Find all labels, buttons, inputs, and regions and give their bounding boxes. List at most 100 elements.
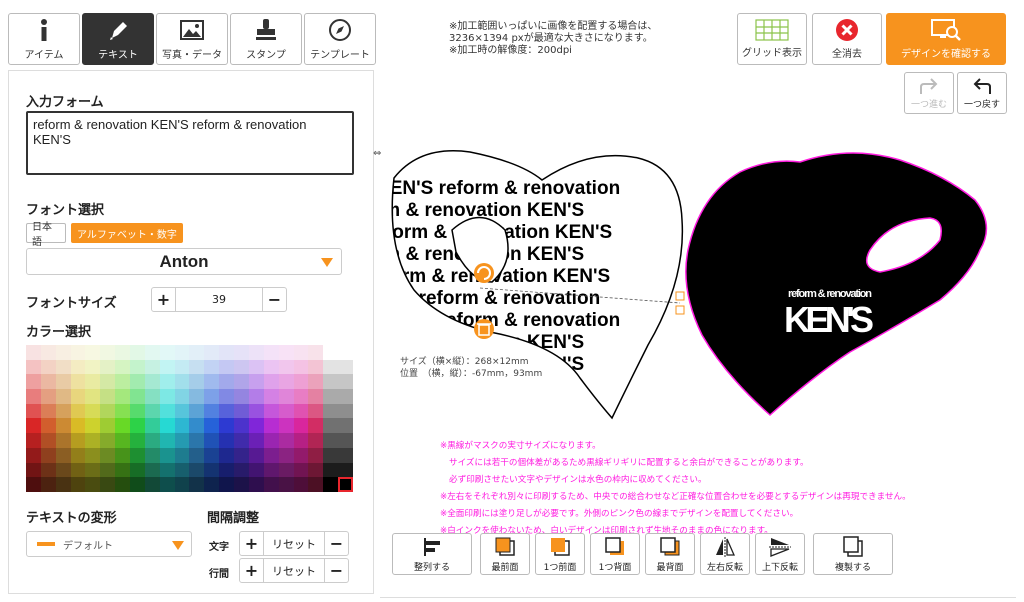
color-swatch[interactable] — [130, 477, 145, 492]
color-swatch[interactable] — [234, 359, 249, 375]
font-tab-alphanumeric[interactable]: アルファベット・数字 — [71, 223, 183, 243]
color-swatch[interactable] — [278, 418, 294, 434]
color-swatch[interactable] — [174, 389, 190, 404]
color-swatch[interactable] — [70, 374, 86, 390]
color-swatch[interactable] — [189, 389, 205, 404]
color-swatch[interactable] — [248, 359, 264, 375]
color-swatch[interactable] — [130, 418, 145, 434]
minus-icon[interactable]: − — [325, 559, 348, 582]
color-swatch[interactable] — [159, 389, 175, 404]
color-swatch[interactable] — [293, 447, 309, 463]
color-swatch[interactable] — [115, 433, 131, 448]
text-input[interactable]: reform & renovation KEN'S reform & renov… — [26, 111, 354, 175]
minus-icon[interactable]: − — [263, 288, 286, 311]
color-swatch[interactable] — [115, 359, 131, 375]
color-swatch[interactable] — [338, 433, 353, 448]
color-swatch[interactable] — [174, 418, 190, 434]
color-swatch[interactable] — [323, 374, 339, 390]
color-swatch[interactable] — [248, 389, 264, 404]
right-mask[interactable]: reform & renovation KEN'S — [685, 152, 988, 417]
color-swatch[interactable] — [85, 418, 101, 434]
color-swatch[interactable] — [293, 477, 309, 492]
color-swatch[interactable] — [70, 462, 86, 478]
color-swatch[interactable] — [144, 433, 160, 448]
color-swatch[interactable] — [70, 359, 86, 375]
color-swatch[interactable] — [204, 477, 220, 492]
color-swatch[interactable] — [26, 433, 41, 448]
color-swatch[interactable] — [144, 374, 160, 390]
color-swatch[interactable] — [100, 389, 116, 404]
color-swatch[interactable] — [263, 403, 279, 419]
color-swatch[interactable] — [234, 447, 249, 463]
color-palette[interactable] — [26, 345, 353, 492]
color-swatch[interactable] — [248, 462, 264, 478]
color-swatch[interactable] — [323, 433, 339, 448]
color-swatch[interactable] — [293, 418, 309, 434]
color-swatch[interactable] — [130, 389, 145, 404]
color-swatch[interactable] — [159, 477, 175, 492]
color-swatch[interactable] — [70, 389, 86, 404]
color-swatch[interactable] — [100, 477, 116, 492]
color-swatch[interactable] — [55, 462, 71, 478]
color-swatch[interactable] — [189, 447, 205, 463]
color-swatch[interactable] — [159, 462, 175, 478]
color-swatch[interactable] — [278, 403, 294, 419]
color-swatch[interactable] — [263, 418, 279, 434]
char-spacing-reset[interactable]: リセット — [263, 532, 325, 555]
color-swatch[interactable] — [248, 403, 264, 419]
color-swatch[interactable] — [308, 389, 324, 404]
color-swatch[interactable] — [55, 389, 71, 404]
color-swatch[interactable] — [26, 477, 41, 492]
color-swatch[interactable] — [248, 477, 264, 492]
color-swatch[interactable] — [130, 447, 145, 463]
color-swatch[interactable] — [130, 433, 145, 448]
color-swatch[interactable] — [204, 462, 220, 478]
color-swatch[interactable] — [55, 359, 71, 375]
color-swatch[interactable] — [323, 389, 339, 404]
color-swatch[interactable] — [263, 374, 279, 390]
color-swatch[interactable] — [338, 403, 353, 419]
text-transform-dropdown[interactable]: デフォルト — [26, 531, 192, 557]
color-swatch[interactable] — [234, 433, 249, 448]
color-swatch[interactable] — [234, 345, 249, 360]
color-swatch[interactable] — [40, 374, 56, 390]
color-swatch[interactable] — [85, 389, 101, 404]
color-swatch[interactable] — [100, 462, 116, 478]
color-swatch[interactable] — [159, 447, 175, 463]
color-swatch[interactable] — [115, 403, 131, 419]
color-swatch[interactable] — [115, 462, 131, 478]
color-swatch[interactable] — [323, 447, 339, 463]
plus-icon[interactable]: + — [152, 288, 175, 311]
color-swatch[interactable] — [293, 345, 309, 360]
color-swatch[interactable] — [40, 359, 56, 375]
color-swatch[interactable] — [174, 477, 190, 492]
color-swatch[interactable] — [293, 374, 309, 390]
rotate-handle[interactable] — [474, 263, 494, 283]
color-swatch[interactable] — [278, 345, 294, 360]
color-swatch[interactable] — [55, 433, 71, 448]
tab-text[interactable]: テキスト — [82, 13, 154, 65]
color-swatch[interactable] — [26, 359, 41, 375]
color-swatch[interactable] — [70, 418, 86, 434]
color-swatch[interactable] — [70, 345, 86, 360]
color-swatch[interactable] — [278, 389, 294, 404]
color-swatch[interactable] — [55, 477, 71, 492]
color-swatch[interactable] — [219, 433, 235, 448]
color-swatch[interactable] — [219, 462, 235, 478]
color-swatch[interactable] — [159, 433, 175, 448]
color-swatch[interactable] — [204, 403, 220, 419]
color-swatch[interactable] — [40, 433, 56, 448]
color-swatch[interactable] — [219, 389, 235, 404]
color-swatch[interactable] — [115, 374, 131, 390]
color-swatch[interactable] — [204, 447, 220, 463]
send-to-back-button[interactable]: 最背面 — [645, 533, 695, 575]
tab-template[interactable]: テンプレート — [304, 13, 376, 65]
color-swatch[interactable] — [55, 447, 71, 463]
color-swatch[interactable] — [40, 389, 56, 404]
color-swatch[interactable] — [293, 389, 309, 404]
color-swatch[interactable] — [115, 477, 131, 492]
color-swatch[interactable] — [40, 462, 56, 478]
color-swatch[interactable] — [308, 374, 324, 390]
color-swatch[interactable] — [26, 447, 41, 463]
color-swatch[interactable] — [323, 403, 339, 419]
